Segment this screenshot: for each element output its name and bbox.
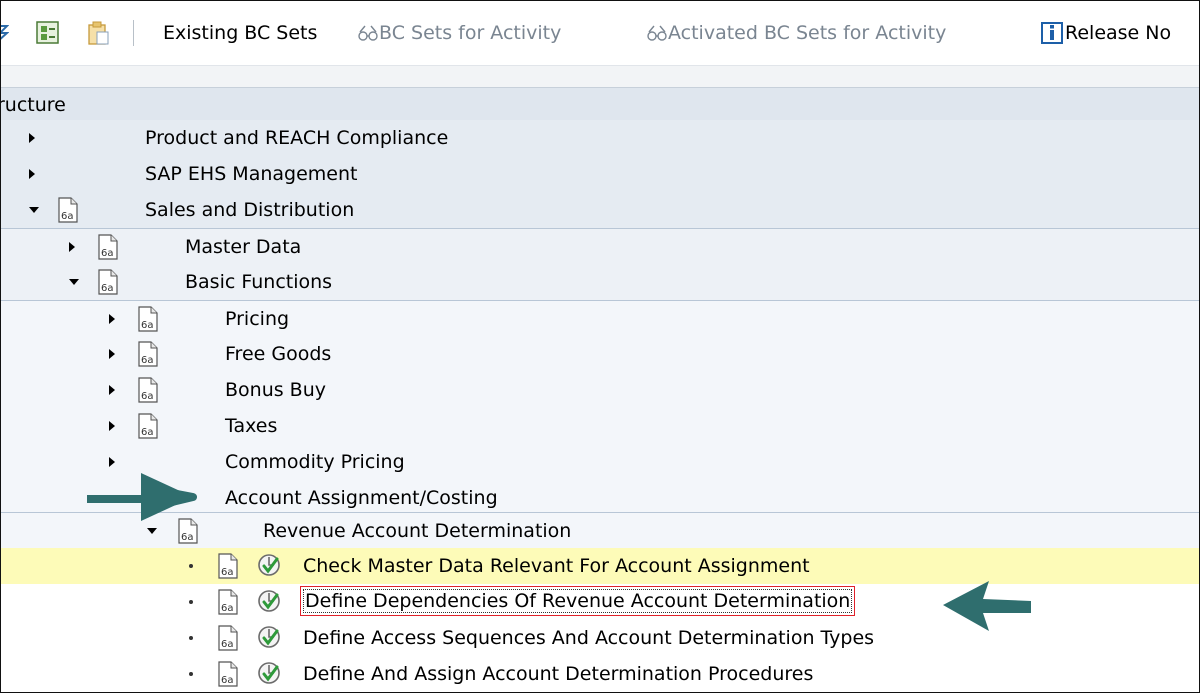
tree-row-product-reach[interactable]: Product and REACH Compliance <box>1 120 1199 156</box>
svg-text:6a: 6a <box>141 391 154 402</box>
tree-node-label[interactable]: Taxes <box>225 415 277 437</box>
tree-row-define-assign-procedures[interactable]: 6a Define And Assign Account Determinatio… <box>1 656 1199 692</box>
svg-text:6a: 6a <box>101 283 114 294</box>
documentation-icon[interactable]: 6a <box>137 341 159 367</box>
partial-toolbar-icon[interactable] <box>1 1 9 65</box>
tree-node-label[interactable]: Check Master Data Relevant For Account A… <box>303 555 810 577</box>
tree-node-label[interactable]: Account Assignment/Costing <box>225 487 498 509</box>
documentation-icon[interactable]: 6a <box>217 625 239 651</box>
info-icon <box>1041 22 1063 44</box>
svg-text:6a: 6a <box>181 532 194 543</box>
tree-row-master-data[interactable]: 6a Master Data <box>1 228 1199 265</box>
bc-sets-for-activity-label: BC Sets for Activity <box>379 22 562 44</box>
toolbar-separator <box>133 20 134 46</box>
execute-activity-icon[interactable] <box>257 661 281 685</box>
toolbar-divider-strip <box>1 65 1199 88</box>
annotation-arrow-right <box>943 581 1031 631</box>
expand-arrow-icon[interactable] <box>109 385 115 395</box>
display-structure-icon[interactable] <box>35 1 61 65</box>
tree-node-label[interactable]: Master Data <box>185 236 301 258</box>
collapse-arrow-icon[interactable] <box>147 528 157 534</box>
documentation-icon[interactable]: 6a <box>217 553 239 579</box>
documentation-icon[interactable]: 6a <box>97 234 119 260</box>
documentation-icon[interactable]: 6a <box>137 413 159 439</box>
expand-arrow-icon[interactable] <box>109 421 115 431</box>
bc-sets-for-activity-button[interactable]: BC Sets for Activity <box>357 1 561 65</box>
structure-column-header[interactable]: ructure <box>1 87 1199 122</box>
tree-row-taxes[interactable]: 6a Taxes <box>1 408 1199 444</box>
svg-text:6a: 6a <box>141 355 154 366</box>
svg-text:6a: 6a <box>221 675 234 686</box>
tree-node-label[interactable]: Define And Assign Account Determination … <box>303 663 813 685</box>
tree-node-label[interactable]: Product and REACH Compliance <box>145 127 448 149</box>
expand-arrow-icon[interactable] <box>29 169 35 179</box>
tree-row-bonus-buy[interactable]: 6a Bonus Buy <box>1 372 1199 408</box>
svg-text:6a: 6a <box>221 603 234 614</box>
tree-node-label[interactable]: SAP EHS Management <box>145 163 357 185</box>
documentation-icon[interactable]: 6a <box>217 589 239 615</box>
svg-text:6a: 6a <box>141 427 154 438</box>
tree-row-free-goods[interactable]: 6a Free Goods <box>1 336 1199 372</box>
tree-node-label[interactable]: Pricing <box>225 308 289 330</box>
tree-node-label[interactable]: Sales and Distribution <box>145 199 354 221</box>
tree-row-basic-functions[interactable]: 6a Basic Functions <box>1 264 1199 300</box>
clipboard-icon[interactable] <box>85 1 111 65</box>
documentation-icon[interactable]: 6a <box>57 197 79 223</box>
svg-text:6a: 6a <box>221 567 234 578</box>
tree-row-pricing[interactable]: 6a Pricing <box>1 300 1199 337</box>
collapse-arrow-icon[interactable] <box>69 279 79 285</box>
structure-header-label: ructure <box>0 93 66 116</box>
documentation-icon[interactable]: 6a <box>137 306 159 332</box>
tree-node-label[interactable]: Commodity Pricing <box>225 451 405 473</box>
existing-bc-sets-button[interactable]: Existing BC Sets <box>163 1 317 65</box>
expand-arrow-icon[interactable] <box>109 457 115 467</box>
activated-bc-sets-button[interactable]: Activated BC Sets for Activity <box>646 1 946 65</box>
tree-node-label[interactable]: Define Dependencies Of Revenue Account D… <box>299 586 856 616</box>
application-toolbar: Existing BC Sets BC Sets for Activity Ac… <box>1 1 1199 65</box>
tree-row-sap-ehs[interactable]: SAP EHS Management <box>1 156 1199 192</box>
tree-node-label[interactable]: Bonus Buy <box>225 379 326 401</box>
svg-text:6a: 6a <box>141 320 154 331</box>
leaf-bullet-icon <box>189 636 193 640</box>
leaf-bullet-icon <box>189 672 193 676</box>
execute-activity-icon[interactable] <box>257 589 281 613</box>
existing-bc-sets-label: Existing BC Sets <box>163 22 318 44</box>
glasses-icon <box>647 25 667 41</box>
tree-node-label[interactable]: Basic Functions <box>185 271 332 293</box>
svg-text:6a: 6a <box>221 639 234 650</box>
svg-text:6a: 6a <box>61 211 74 222</box>
sap-implementation-guide-window: Existing BC Sets BC Sets for Activity Ac… <box>0 0 1200 693</box>
leaf-bullet-icon <box>189 600 193 604</box>
tree-row-sales-distribution[interactable]: 6a Sales and Distribution <box>1 192 1199 228</box>
release-notes-label: Release No <box>1065 22 1172 44</box>
svg-text:6a: 6a <box>101 248 114 259</box>
expand-arrow-icon[interactable] <box>109 349 115 359</box>
documentation-icon[interactable]: 6a <box>97 269 119 295</box>
tree-node-label[interactable]: Define Access Sequences And Account Dete… <box>303 627 874 649</box>
collapse-arrow-icon[interactable] <box>29 207 39 213</box>
glasses-icon <box>358 25 378 41</box>
tree-node-label[interactable]: Free Goods <box>225 343 331 365</box>
execute-activity-icon[interactable] <box>257 625 281 649</box>
release-notes-button[interactable]: Release No <box>1041 1 1171 65</box>
expand-arrow-icon[interactable] <box>29 133 35 143</box>
annotation-arrow-left <box>87 473 197 521</box>
expand-arrow-icon[interactable] <box>69 242 75 252</box>
activated-bc-sets-label: Activated BC Sets for Activity <box>668 22 947 44</box>
expand-arrow-icon[interactable] <box>109 314 115 324</box>
documentation-icon[interactable]: 6a <box>137 377 159 403</box>
documentation-icon[interactable]: 6a <box>217 661 239 687</box>
leaf-bullet-icon <box>189 564 193 568</box>
tree-node-label[interactable]: Revenue Account Determination <box>263 520 571 542</box>
execute-activity-icon[interactable] <box>257 553 281 577</box>
